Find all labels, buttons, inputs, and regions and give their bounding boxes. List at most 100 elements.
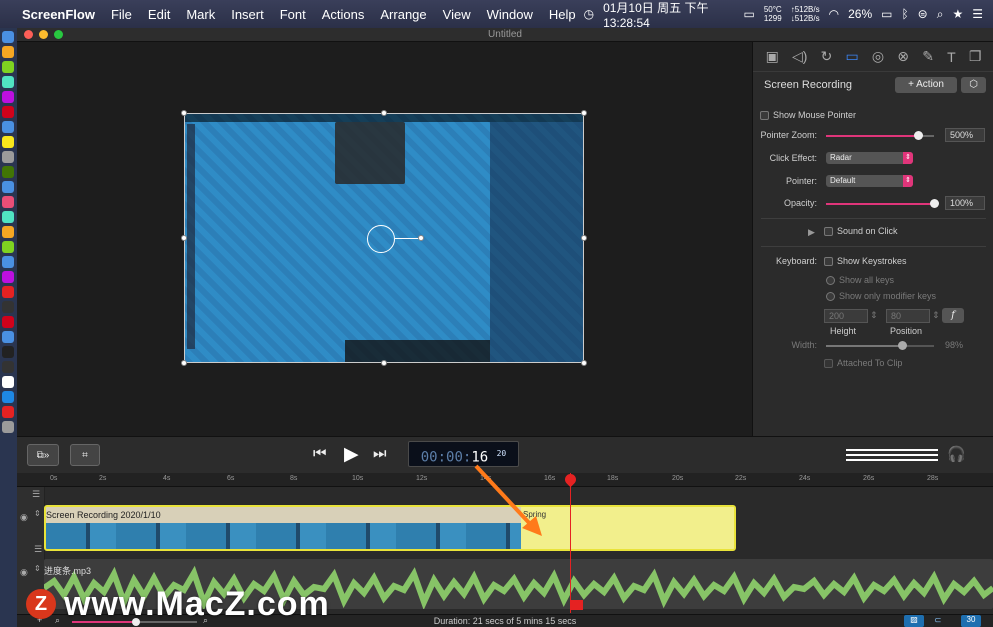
menubar-clock[interactable]: 01月10日 周五 下午13:28:54: [603, 0, 734, 30]
network-speed-readout[interactable]: ↑512B/s ↓512B/s: [791, 5, 820, 23]
menu-mark[interactable]: Mark: [178, 7, 223, 22]
menu-app-name[interactable]: ScreenFlow: [16, 7, 103, 22]
dock-app-icon[interactable]: [2, 151, 14, 163]
pointer-zoom-field[interactable]: 500%: [945, 128, 985, 142]
rotation-handle[interactable]: [418, 235, 424, 241]
audio-properties-tab-icon[interactable]: ◁): [792, 48, 807, 65]
dock-app-icon[interactable]: [2, 256, 14, 268]
click-effect-popup[interactable]: Radar ⇕: [826, 152, 913, 164]
resize-handle[interactable]: [581, 110, 587, 116]
video-properties-tab-icon[interactable]: ▣: [766, 48, 779, 65]
layout-toggle-icon[interactable]: ⧉»: [27, 444, 59, 466]
attached-to-clip-checkbox[interactable]: [824, 359, 833, 368]
dock-app-icon[interactable]: [2, 361, 14, 373]
opacity-slider[interactable]: [826, 199, 939, 208]
disclosure-triangle-icon[interactable]: ▶: [808, 227, 815, 238]
show-modifier-keys-radio[interactable]: [826, 292, 835, 301]
dock-app-icon[interactable]: [2, 46, 14, 58]
dock-app-icon[interactable]: [2, 316, 14, 328]
position-stepper-icon[interactable]: ⇕: [932, 310, 940, 321]
dock-app-icon[interactable]: [2, 346, 14, 358]
dock-app-icon[interactable]: [2, 241, 14, 253]
callout-tab-icon[interactable]: ◎: [872, 48, 884, 65]
opacity-field[interactable]: 100%: [945, 196, 985, 210]
track-height-stepper-icon[interactable]: ⇕: [34, 564, 41, 573]
menu-font[interactable]: Font: [272, 7, 314, 22]
notification-list-icon[interactable]: ☰: [972, 7, 983, 21]
dock-app-icon[interactable]: [2, 331, 14, 343]
battery-percent[interactable]: 26%: [848, 7, 872, 21]
show-mouse-pointer-checkbox[interactable]: [760, 111, 769, 120]
fast-forward-icon[interactable]: ⏭: [373, 445, 387, 462]
menu-insert[interactable]: Insert: [223, 7, 272, 22]
video-motion-tab-icon[interactable]: ↻: [821, 48, 833, 65]
play-icon[interactable]: ▶: [344, 443, 359, 466]
fps-badge-icon[interactable]: 30: [961, 615, 981, 627]
video-clip[interactable]: Screen Recording 2020/1/10 Spring: [44, 505, 736, 551]
resize-handle[interactable]: [581, 235, 587, 241]
pointer-zoom-slider-knob[interactable]: [913, 131, 923, 140]
sound-on-click-checkbox[interactable]: [824, 227, 833, 236]
keystroke-width-slider-knob[interactable]: [897, 341, 907, 350]
media-library-tab-icon[interactable]: ❐: [969, 48, 982, 65]
menu-help[interactable]: Help: [541, 7, 584, 22]
dock-app-icon[interactable]: [2, 106, 14, 118]
dock-app-icon[interactable]: [2, 211, 14, 223]
ripple-icon[interactable]: ⊂: [934, 615, 942, 626]
clock-icon[interactable]: ◷: [584, 7, 594, 21]
dock-app-icon[interactable]: [2, 391, 14, 403]
rewind-icon[interactable]: ⏮: [313, 445, 327, 462]
canvas-area[interactable]: [17, 42, 752, 436]
resize-handle[interactable]: [581, 360, 587, 366]
touch-callout-tab-icon[interactable]: ⊗: [897, 48, 909, 65]
dock-app-icon[interactable]: [2, 226, 14, 238]
dock-app-icon[interactable]: [2, 31, 14, 43]
screen-icon[interactable]: ▭: [743, 7, 754, 21]
track-visibility-eye-icon[interactable]: ◉: [20, 567, 28, 578]
track-menu-icon[interactable]: ☰: [32, 489, 40, 500]
dock-app-icon[interactable]: [2, 406, 14, 418]
battery-icon[interactable]: ▭: [881, 7, 892, 21]
menu-file[interactable]: File: [103, 7, 140, 22]
pointer-zoom-slider[interactable]: [826, 131, 934, 140]
height-stepper-icon[interactable]: ⇕: [870, 310, 878, 321]
resize-handle[interactable]: [381, 360, 387, 366]
show-keystrokes-checkbox[interactable]: [824, 257, 833, 266]
dock-app-icon[interactable]: [2, 196, 14, 208]
pointer-style-popup[interactable]: Default ⇕: [826, 175, 913, 187]
track-menu-icon[interactable]: ☰: [34, 544, 42, 555]
menu-edit[interactable]: Edit: [140, 7, 178, 22]
keystroke-width-slider[interactable]: [826, 341, 934, 350]
keystroke-position-field[interactable]: 80: [886, 309, 930, 323]
dock-app-icon[interactable]: [2, 301, 14, 313]
track-visibility-eye-icon[interactable]: ◉: [20, 512, 28, 523]
action-box-icon[interactable]: ⬡: [961, 77, 986, 93]
dock-app-icon[interactable]: [2, 286, 14, 298]
show-all-keys-radio[interactable]: [826, 276, 835, 285]
dock-app-icon[interactable]: [2, 121, 14, 133]
menu-view[interactable]: View: [435, 7, 479, 22]
dock-app-icon[interactable]: [2, 91, 14, 103]
dock-app-icon[interactable]: [2, 271, 14, 283]
text-tab-icon[interactable]: T: [947, 49, 956, 65]
resize-handle[interactable]: [381, 110, 387, 116]
dock-app-icon[interactable]: [2, 376, 14, 388]
menu-actions[interactable]: Actions: [314, 7, 373, 22]
dock-app-icon[interactable]: [2, 76, 14, 88]
bluetooth-icon[interactable]: ᛒ: [901, 7, 908, 21]
dock-app-icon[interactable]: [2, 136, 14, 148]
keystroke-height-field[interactable]: 200: [824, 309, 868, 323]
dock-app-icon[interactable]: [2, 181, 14, 193]
snap-icon[interactable]: ▨: [904, 615, 924, 627]
font-button[interactable]: f: [942, 308, 964, 323]
resize-handle[interactable]: [181, 360, 187, 366]
wifi-icon[interactable]: ◠: [829, 7, 839, 21]
headphones-icon[interactable]: 🎧: [947, 445, 966, 463]
action-segment[interactable]: Spring: [521, 507, 734, 549]
control-center-icon[interactable]: ⊜: [918, 7, 928, 21]
menu-window[interactable]: Window: [479, 7, 541, 22]
add-action-button[interactable]: + Action: [895, 77, 957, 93]
spotlight-icon[interactable]: ⌕: [937, 7, 944, 22]
menu-arrange[interactable]: Arrange: [372, 7, 434, 22]
rotation-handle-ring[interactable]: [367, 225, 395, 253]
